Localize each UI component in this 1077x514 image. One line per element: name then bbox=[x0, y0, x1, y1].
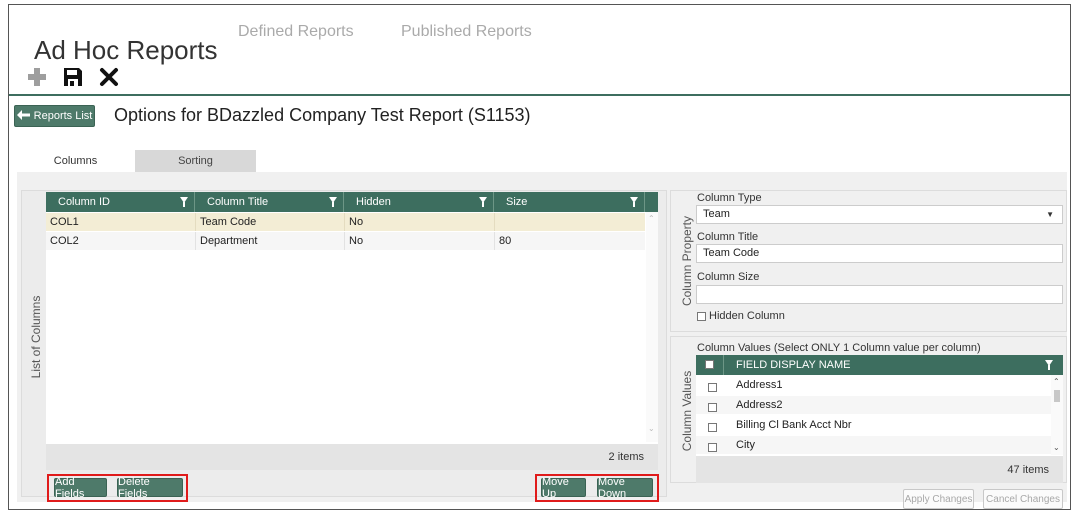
cancel-changes-button[interactable]: Cancel Changes bbox=[983, 489, 1063, 509]
table-row[interactable]: COL2 Department No 80 bbox=[46, 232, 645, 250]
column-title-header-label: Column Title bbox=[207, 196, 269, 208]
filter-icon[interactable] bbox=[1045, 360, 1053, 370]
column-id-header[interactable]: Column ID bbox=[46, 192, 195, 212]
list-item-checkbox-cell[interactable] bbox=[696, 376, 724, 394]
column-values-scrollbar[interactable]: ⌃ ⌄ bbox=[1051, 375, 1063, 455]
scroll-down-icon[interactable]: ⌄ bbox=[1053, 443, 1060, 452]
app-title: Ad Hoc Reports bbox=[34, 35, 218, 65]
page-title: Options for BDazzled Company Test Report… bbox=[114, 105, 531, 125]
cell-column-id: COL1 bbox=[50, 216, 79, 228]
columns-grid: Column ID Column Title Hidden Size COL1 … bbox=[46, 192, 658, 470]
field-display-name-header-label: FIELD DISPLAY NAME bbox=[736, 359, 851, 371]
header-divider bbox=[9, 94, 1070, 96]
hidden-column-checkbox[interactable] bbox=[697, 311, 706, 321]
hidden-header-label: Hidden bbox=[356, 196, 391, 208]
nav-published-reports[interactable]: Published Reports bbox=[401, 23, 532, 41]
select-all-header[interactable] bbox=[696, 355, 724, 375]
list-item-checkbox[interactable] bbox=[708, 403, 717, 412]
cell-size bbox=[494, 213, 645, 231]
list-item-checkbox[interactable] bbox=[708, 443, 717, 452]
column-type-label: Column Type bbox=[697, 192, 762, 204]
column-property-label: Column Property bbox=[680, 215, 694, 307]
hidden-column-row[interactable]: Hidden Column bbox=[697, 310, 785, 322]
column-values-grid: FIELD DISPLAY NAME Address1 Address2 Bil… bbox=[696, 355, 1063, 483]
list-item-label: Address2 bbox=[736, 399, 783, 411]
list-item-checkbox-cell[interactable] bbox=[696, 396, 724, 414]
nav-defined-reports[interactable]: Defined Reports bbox=[238, 23, 354, 41]
column-values-note: Column Values (Select ONLY 1 Column valu… bbox=[697, 342, 981, 354]
tab-sorting[interactable]: Sorting bbox=[135, 150, 256, 172]
columns-item-count: 2 items bbox=[608, 451, 644, 463]
cell-size: 80 bbox=[494, 232, 645, 250]
column-values-item-count: 47 items bbox=[1007, 464, 1049, 476]
field-display-name-header[interactable]: FIELD DISPLAY NAME bbox=[724, 355, 1063, 375]
column-size-label: Column Size bbox=[697, 271, 760, 283]
hidden-column-label: Hidden Column bbox=[709, 310, 785, 322]
column-size-field[interactable] bbox=[696, 285, 1063, 304]
tab-columns[interactable]: Columns bbox=[17, 150, 134, 172]
arrow-left-icon bbox=[16, 109, 30, 123]
toolbar bbox=[25, 65, 121, 89]
add-fields-button[interactable]: Add Fields bbox=[54, 476, 107, 500]
list-item[interactable]: City bbox=[696, 436, 1051, 454]
list-item[interactable]: Address1 bbox=[696, 376, 1051, 394]
column-type-select[interactable]: Team ▼ bbox=[696, 205, 1063, 224]
list-item-checkbox-cell[interactable] bbox=[696, 436, 724, 454]
size-header[interactable]: Size bbox=[494, 192, 645, 212]
filter-icon[interactable] bbox=[329, 197, 337, 207]
list-item[interactable]: Address2 bbox=[696, 396, 1051, 414]
columns-grid-scrollbar[interactable]: ⌃ ⌄ bbox=[646, 212, 658, 442]
column-values-grid-header: FIELD DISPLAY NAME bbox=[696, 355, 1063, 375]
cell-column-id: COL2 bbox=[50, 235, 79, 247]
scroll-up-icon[interactable]: ⌃ bbox=[648, 214, 655, 223]
plus-icon[interactable] bbox=[25, 65, 49, 89]
column-values-label: Column Values bbox=[680, 370, 694, 452]
save-icon[interactable] bbox=[61, 65, 85, 89]
select-all-checkbox[interactable] bbox=[705, 360, 714, 369]
list-item-label: Address1 bbox=[736, 379, 783, 391]
move-down-button[interactable]: Move Down bbox=[597, 476, 653, 500]
columns-grid-header: Column ID Column Title Hidden Size bbox=[46, 192, 658, 212]
filter-icon[interactable] bbox=[180, 197, 188, 207]
reports-list-label: Reports List bbox=[33, 110, 93, 122]
cell-hidden: No bbox=[344, 232, 494, 250]
column-type-value: Team bbox=[703, 208, 730, 220]
scrollbar-thumb[interactable] bbox=[1054, 390, 1060, 402]
list-item-checkbox[interactable] bbox=[708, 383, 717, 392]
apply-changes-button[interactable]: Apply Changes bbox=[903, 489, 974, 509]
reports-list-button[interactable]: Reports List bbox=[14, 105, 95, 127]
list-item-label: Billing Cl Bank Acct Nbr bbox=[736, 419, 852, 431]
size-header-label: Size bbox=[506, 196, 528, 208]
scroll-down-icon[interactable]: ⌄ bbox=[648, 424, 655, 433]
list-item-checkbox[interactable] bbox=[708, 423, 717, 432]
column-title-field[interactable]: Team Code bbox=[696, 244, 1063, 263]
scroll-up-icon[interactable]: ⌃ bbox=[1053, 377, 1060, 386]
filter-icon[interactable] bbox=[630, 197, 638, 207]
hidden-header[interactable]: Hidden bbox=[344, 192, 494, 212]
table-row[interactable]: COL1 Team Code No bbox=[46, 213, 645, 231]
cell-column-title: Department bbox=[195, 232, 344, 250]
columns-grid-footer: 2 items bbox=[46, 444, 658, 470]
column-id-header-label: Column ID bbox=[58, 196, 110, 208]
cell-hidden: No bbox=[344, 213, 494, 231]
list-item[interactable]: Billing Cl Bank Acct Nbr bbox=[696, 416, 1051, 434]
list-item-label: City bbox=[736, 439, 755, 451]
chevron-down-icon: ▼ bbox=[1046, 210, 1054, 219]
delete-fields-button[interactable]: Delete Fields bbox=[117, 476, 183, 500]
column-title-label: Column Title bbox=[697, 231, 759, 243]
filter-icon[interactable] bbox=[479, 197, 487, 207]
cell-column-title: Team Code bbox=[195, 213, 344, 231]
column-title-header[interactable]: Column Title bbox=[195, 192, 344, 212]
close-icon[interactable] bbox=[97, 65, 121, 89]
column-values-footer: 47 items bbox=[696, 456, 1063, 483]
list-of-columns-label: List of Columns bbox=[29, 295, 43, 379]
move-up-button[interactable]: Move Up bbox=[541, 476, 586, 500]
list-item-checkbox-cell[interactable] bbox=[696, 416, 724, 434]
